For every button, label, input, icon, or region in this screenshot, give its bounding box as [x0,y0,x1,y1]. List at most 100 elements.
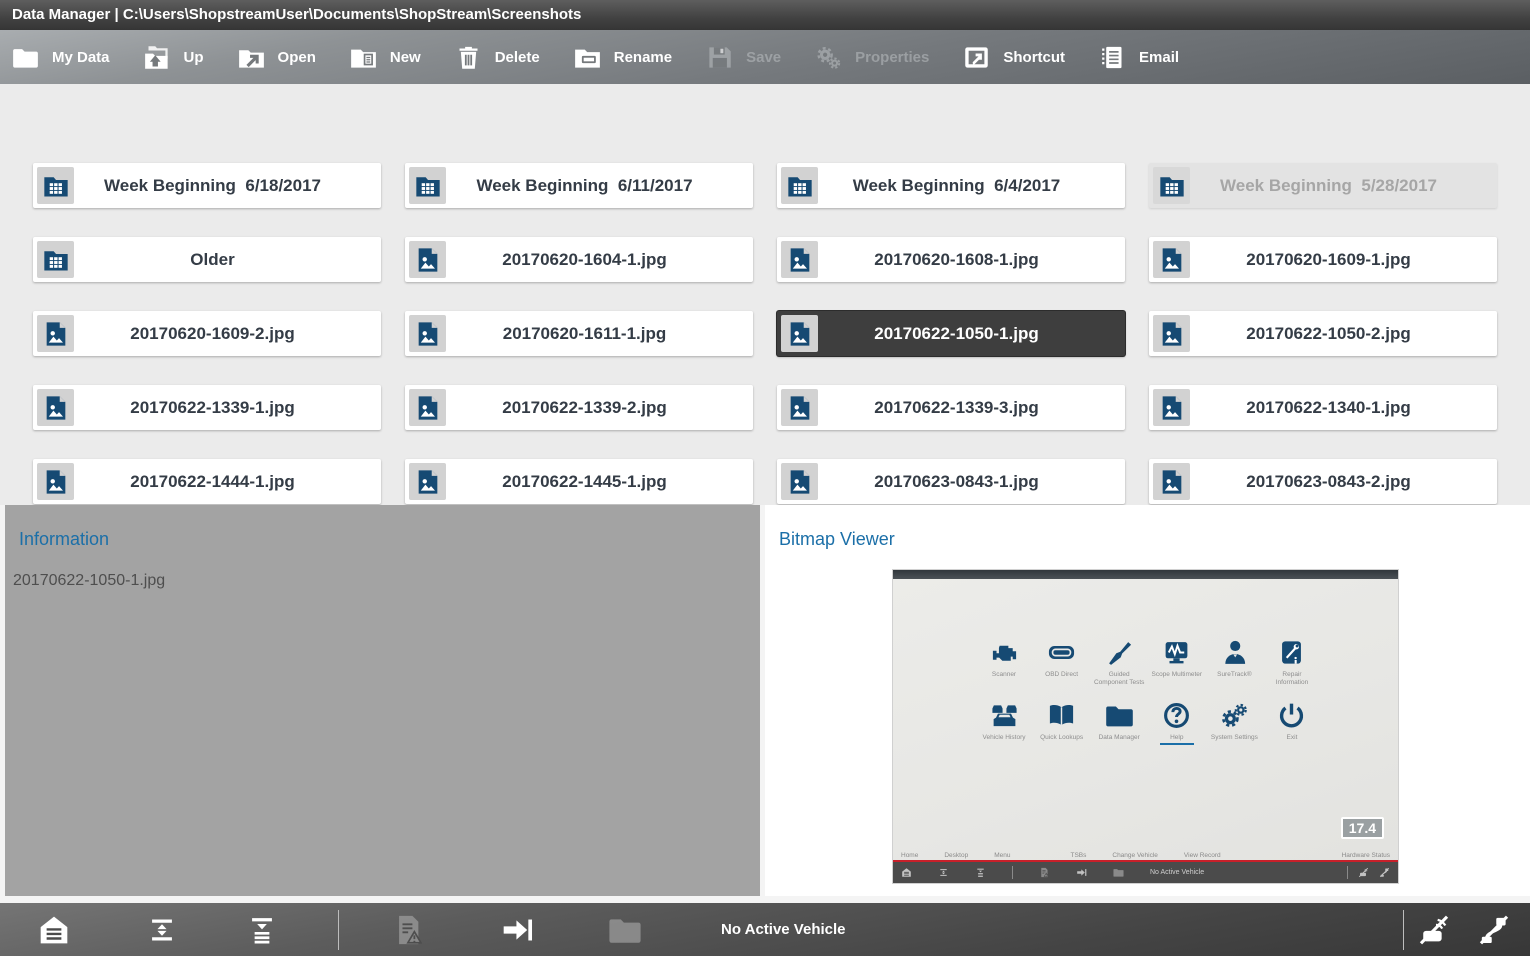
file-item-folder[interactable]: Older [33,237,381,282]
image-file-icon [409,463,446,500]
toolbar-button-label: My Data [52,49,110,66]
information-filename: 20170622-1050-1.jpg [13,572,760,590]
scanner-disconnected-icon [1417,913,1451,947]
record-data-button [391,912,427,948]
title-bar-text: Data Manager | C:\Users\ShopstreamUser\D… [12,6,581,23]
toolbar-button-label: Delete [495,49,540,66]
toolbar-button-label: New [390,49,421,66]
bottom-toolbar: No Active Vehicle [0,903,1530,956]
home-icon [901,867,912,878]
preview-top-bar [893,570,1398,579]
collapse-icon [245,913,279,947]
preview-tile-suretrack: SureTrack® [1208,638,1260,687]
image-file-icon [409,389,446,426]
home-icon [37,913,71,947]
folder-up-icon [144,44,171,71]
bitmap-viewer-panel: Bitmap Viewer Scanner OBD Direct [765,505,1530,896]
toolbar-button-open[interactable]: Open [238,44,316,71]
title-bar: Data Manager | C:\Users\ShopstreamUser\D… [0,0,1530,30]
active-vehicle-status: No Active Vehicle [721,921,846,938]
preview-bottom-toolbar: No Active Vehicle [893,862,1398,883]
file-item-image[interactable]: 20170620-1609-1.jpg [1149,237,1497,282]
preview-tile-obd-direct: OBD Direct [1036,638,1088,687]
new-file-icon [350,44,377,71]
test-probe-icon [1105,638,1134,667]
folder-icon [1113,867,1124,878]
toolbar-button-save: Save [706,44,781,71]
folder-grid-icon [409,167,446,204]
file-item-image-selected[interactable]: 20170622-1050-1.jpg [777,311,1125,356]
file-item-image[interactable]: 20170622-1339-1.jpg [33,385,381,430]
image-file-icon [1153,315,1190,352]
obd-connector-icon [1047,638,1076,667]
toolbar-button-up[interactable]: Up [144,44,204,71]
file-item-folder[interactable]: Week Beginning 6/11/2017 [405,163,753,208]
file-item-folder-disabled: Week Beginning 5/28/2017 [1149,163,1497,208]
toolbar-button-new[interactable]: New [350,44,421,71]
file-item-image[interactable]: 20170622-1339-3.jpg [777,385,1125,430]
attach-button[interactable] [499,912,535,948]
toolbar-button-rename[interactable]: Rename [574,44,672,71]
power-icon [1277,701,1306,730]
preview-menu-row: Home Desktop Menu TSBs Change Vehicle Vi… [893,852,1398,859]
scanner-connection-status[interactable] [1416,912,1452,948]
rename-icon [574,44,601,71]
file-item-label: 20170623-0843-1.jpg [818,472,1125,492]
file-item-image[interactable]: 20170622-1445-1.jpg [405,459,753,504]
file-item-label: 20170622-1339-1.jpg [74,398,381,418]
file-item-image[interactable]: 20170620-1608-1.jpg [777,237,1125,282]
lower-panels: Information 20170622-1050-1.jpg Bitmap V… [0,505,1530,903]
usb-connection-status[interactable] [1476,912,1512,948]
file-item-label: 20170622-1339-2.jpg [446,398,753,418]
floppy-icon [706,44,733,71]
file-item-image[interactable]: 20170623-0843-1.jpg [777,459,1125,504]
file-item-image[interactable]: 20170622-1444-1.jpg [33,459,381,504]
file-item-label: Week Beginning 5/28/2017 [1190,176,1497,196]
file-item-image[interactable]: 20170622-1050-2.jpg [1149,311,1497,356]
folder-grid-icon [37,241,74,278]
file-item-image[interactable]: 20170623-0843-2.jpg [1149,459,1497,504]
file-item-image[interactable]: 20170620-1604-1.jpg [405,237,753,282]
image-file-icon [409,315,446,352]
toolbar-button-label: Up [184,49,204,66]
file-item-label: 20170622-1339-3.jpg [818,398,1125,418]
image-file-icon [1153,241,1190,278]
toolbar-button-my-data[interactable]: My Data [12,44,110,71]
image-file-icon [781,315,818,352]
file-item-label: Older [74,250,381,270]
preview-home-icon-grid: Scanner OBD Direct Guided Component Test… [978,638,1318,759]
toolbar-button-delete[interactable]: Delete [455,44,540,71]
version-badge: 17.4 [1341,817,1384,839]
preview-tile-quick-lookups: Quick Lookups [1036,701,1088,745]
toolbar-button-label: Save [746,49,781,66]
file-item-image[interactable]: 20170622-1340-1.jpg [1149,385,1497,430]
folder-icon [1105,701,1134,730]
home-button[interactable] [36,912,72,948]
gears-icon [815,44,842,71]
collapse-list-button[interactable] [244,912,280,948]
toolbar-button-shortcut[interactable]: Shortcut [963,44,1065,71]
image-file-icon [409,241,446,278]
expand-collapse-button[interactable] [144,912,180,948]
image-file-icon [781,389,818,426]
file-item-image[interactable]: 20170622-1339-2.jpg [405,385,753,430]
preview-tile-repair-information: Repair Information [1266,638,1318,687]
file-item-label: 20170620-1609-1.jpg [1190,250,1497,270]
file-item-label: Week Beginning 6/4/2017 [818,176,1125,196]
email-icon [1099,44,1126,71]
file-item-image[interactable]: 20170620-1611-1.jpg [405,311,753,356]
toolbar-button-email[interactable]: Email [1099,44,1179,71]
preview-tile-help: Help [1151,701,1203,745]
scanner-disconnected-icon [1358,867,1369,878]
file-item-label: 20170622-1445-1.jpg [446,472,753,492]
file-item-label: 20170622-1050-1.jpg [818,324,1125,344]
expand-icon [145,913,179,947]
dock-arrow-icon [1076,867,1087,878]
preview-status-text: No Active Vehicle [1150,869,1204,876]
file-item-folder[interactable]: Week Beginning 6/18/2017 [33,163,381,208]
toolbar-button-label: Email [1139,49,1179,66]
file-item-image[interactable]: 20170620-1609-2.jpg [33,311,381,356]
toolbar-button-label: Rename [614,49,672,66]
file-item-folder[interactable]: Week Beginning 6/4/2017 [777,163,1125,208]
file-item-label: 20170620-1609-2.jpg [74,324,381,344]
